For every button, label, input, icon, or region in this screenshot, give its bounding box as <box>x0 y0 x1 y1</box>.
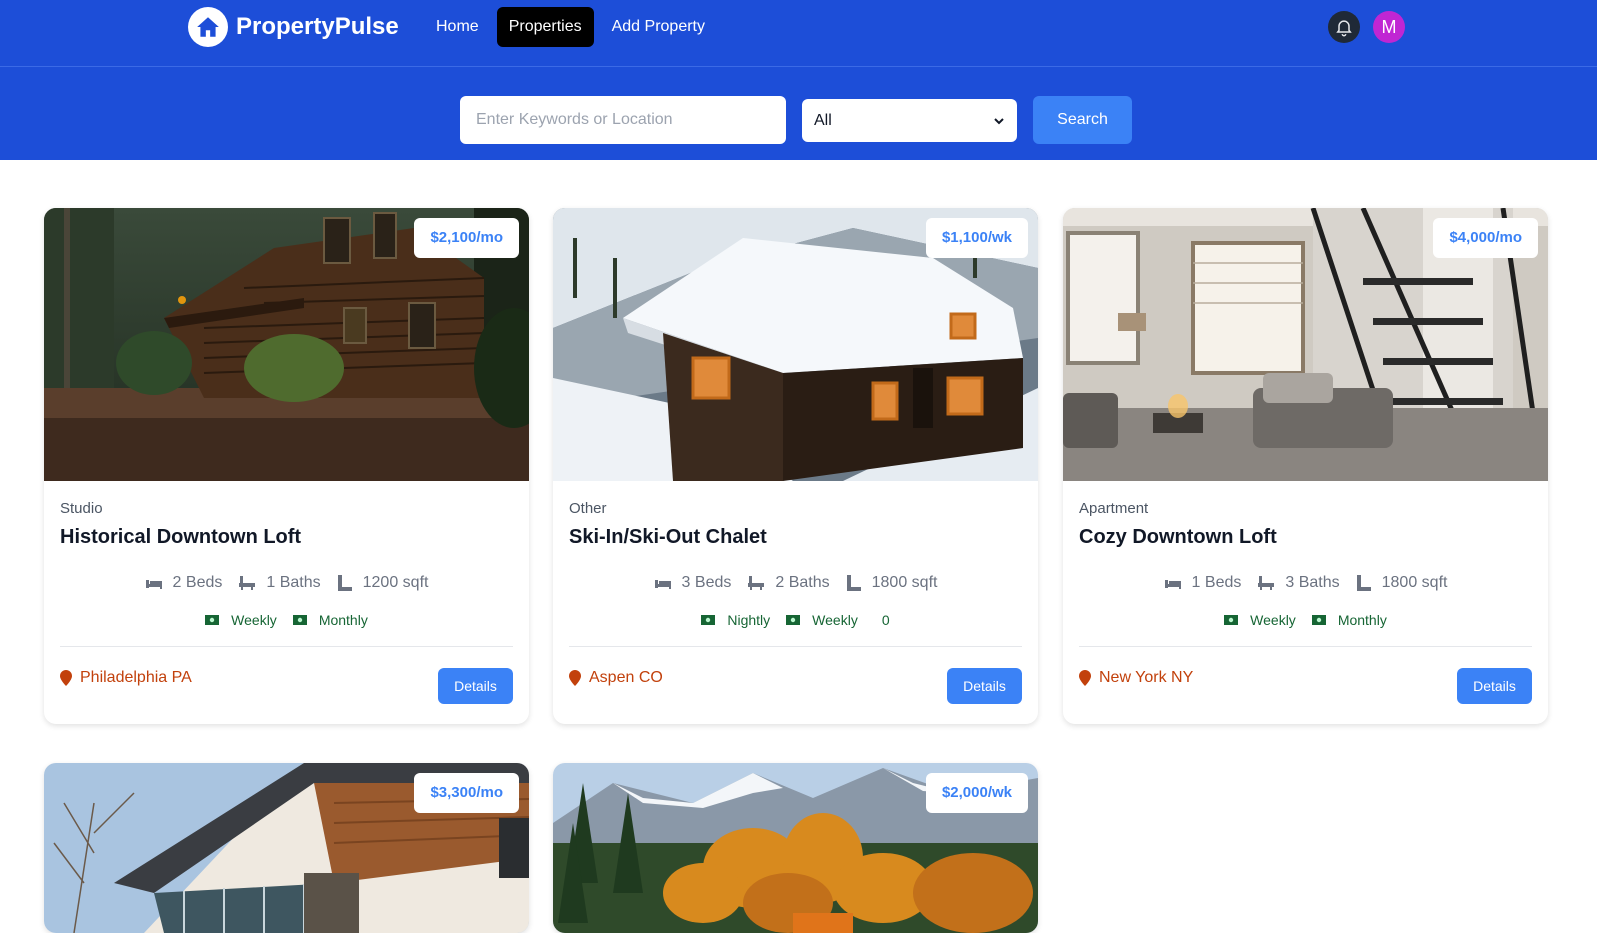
bath-icon <box>239 576 256 590</box>
property-card: $1,100/wk Other Ski-In/Ski-Out Chalet 3 … <box>553 208 1038 724</box>
property-card: $4,000/mo Apartment Cozy Downtown Loft 1… <box>1063 208 1548 724</box>
main-nav: Home Properties Add Property <box>424 7 723 47</box>
ruler-icon <box>1356 575 1371 591</box>
money-icon <box>205 615 220 625</box>
property-image[interactable]: $4,000/mo <box>1063 208 1548 481</box>
rate-label: Nightly <box>727 612 771 628</box>
chevron-down-icon <box>994 117 1004 124</box>
property-image[interactable]: $3,300/mo <box>44 763 529 933</box>
money-icon <box>786 615 801 625</box>
location-text: Aspen CO <box>589 669 663 686</box>
property-type-select[interactable]: All <box>802 99 1017 142</box>
map-pin-icon <box>569 670 581 686</box>
price-badge: $1,100/wk <box>925 218 1028 258</box>
price-badge: $3,300/mo <box>414 773 519 813</box>
money-icon <box>1311 615 1326 625</box>
money-icon <box>701 615 716 625</box>
price-badge: $4,000/mo <box>1433 218 1538 258</box>
property-facts: 2 Beds 1 Baths 1200 sqft <box>60 574 513 592</box>
property-type: Studio <box>60 500 103 517</box>
top-navbar: PropertyPulse Home Properties Add Proper… <box>0 0 1597 67</box>
nav-add-property[interactable]: Add Property <box>600 7 717 47</box>
property-name[interactable]: Cozy Downtown Loft <box>1079 526 1532 548</box>
money-icon <box>1224 615 1239 625</box>
user-avatar[interactable]: M <box>1373 11 1405 43</box>
bed-icon <box>1164 580 1181 589</box>
property-facts: 3 Beds 2 Baths 1800 sqft <box>569 574 1022 592</box>
divider <box>569 646 1022 647</box>
divider <box>60 646 513 647</box>
property-location: Aspen CO <box>569 668 663 688</box>
rate-extra-value: 0 <box>881 612 890 628</box>
property-location: New York NY <box>1079 668 1193 688</box>
baths-count: 1 Baths <box>266 574 321 591</box>
rate-label: Weekly <box>231 612 277 628</box>
property-name[interactable]: Historical Downtown Loft <box>60 526 513 548</box>
property-image[interactable]: $1,100/wk <box>553 208 1038 481</box>
nav-home[interactable]: Home <box>424 7 491 47</box>
price-badge: $2,100/mo <box>414 218 519 258</box>
bed-icon <box>654 580 671 589</box>
sqft-value: 1800 sqft <box>1381 574 1448 591</box>
rate-label: Weekly <box>812 612 858 628</box>
bath-icon <box>748 576 765 590</box>
sqft-value: 1800 sqft <box>871 574 938 591</box>
bell-icon <box>1336 20 1352 37</box>
rate-options: Nightly Weekly 0 <box>569 612 1022 628</box>
bed-icon <box>145 580 162 589</box>
rate-label: Weekly <box>1250 612 1296 628</box>
location-text: Philadelphia PA <box>80 669 192 686</box>
money-icon <box>292 615 307 625</box>
property-card: $3,300/mo <box>44 763 529 933</box>
rate-label: Monthly <box>1337 612 1387 628</box>
rate-options: Weekly Monthly <box>1079 612 1532 628</box>
rate-label: Monthly <box>318 612 368 628</box>
house-icon <box>188 7 228 47</box>
baths-count: 3 Baths <box>1285 574 1340 591</box>
map-pin-icon <box>1079 670 1091 686</box>
property-type-value: All <box>814 111 832 129</box>
property-location: Philadelphia PA <box>60 668 192 688</box>
details-button[interactable]: Details <box>947 668 1022 704</box>
property-type: Other <box>569 500 607 517</box>
property-card: $2,100/mo Studio Historical Downtown Lof… <box>44 208 529 724</box>
property-name[interactable]: Ski-In/Ski-Out Chalet <box>569 526 1022 548</box>
brand-name: PropertyPulse <box>236 13 399 40</box>
search-section: All Search <box>0 67 1597 160</box>
property-image[interactable]: $2,100/mo <box>44 208 529 481</box>
map-pin-icon <box>60 670 72 686</box>
nav-properties[interactable]: Properties <box>496 7 594 47</box>
property-image[interactable]: $2,000/wk <box>553 763 1038 933</box>
sqft-value: 1200 sqft <box>362 574 429 591</box>
details-button[interactable]: Details <box>1457 668 1532 704</box>
property-facts: 1 Beds 3 Baths 1800 sqft <box>1079 574 1532 592</box>
location-text: New York NY <box>1099 669 1194 686</box>
baths-count: 2 Baths <box>775 574 830 591</box>
divider <box>1079 646 1532 647</box>
details-button[interactable]: Details <box>438 668 513 704</box>
property-type: Apartment <box>1079 500 1149 517</box>
beds-count: 3 Beds <box>681 574 732 591</box>
beds-count: 2 Beds <box>172 574 223 591</box>
rate-options: Weekly Monthly <box>60 612 513 628</box>
beds-count: 1 Beds <box>1191 574 1242 591</box>
search-input[interactable] <box>460 96 786 144</box>
notifications-button[interactable] <box>1328 11 1360 43</box>
ruler-icon <box>337 575 352 591</box>
bath-icon <box>1258 576 1275 590</box>
ruler-icon <box>846 575 861 591</box>
search-button[interactable]: Search <box>1033 96 1132 144</box>
brand-logo[interactable]: PropertyPulse <box>188 7 399 47</box>
property-card: $2,000/wk <box>553 763 1038 933</box>
price-badge: $2,000/wk <box>925 773 1028 813</box>
